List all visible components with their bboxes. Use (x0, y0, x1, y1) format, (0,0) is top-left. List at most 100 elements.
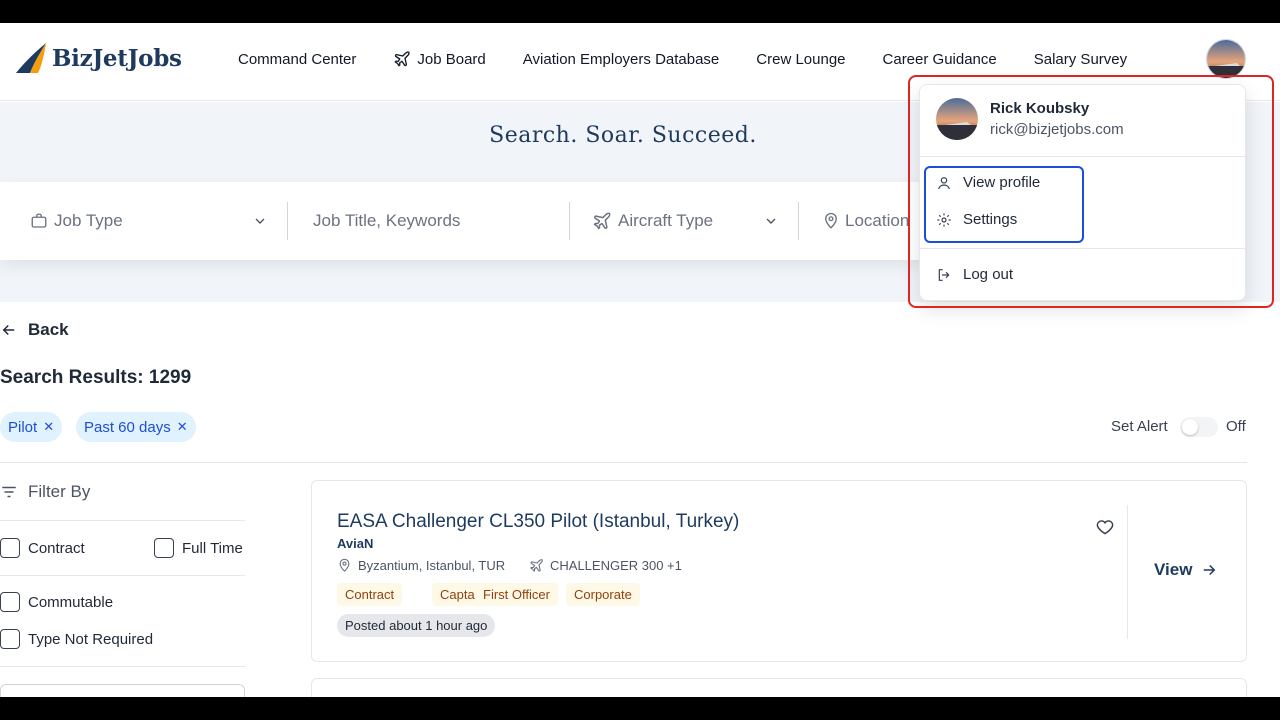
user-name: Rick Koubsky (990, 100, 1090, 117)
search-divider (569, 202, 570, 240)
results-count: Search Results: 1299 (0, 367, 192, 388)
close-icon[interactable]: ✕ (177, 419, 188, 435)
search-divider (287, 202, 288, 240)
keywords-input[interactable]: Job Title, Keywords (313, 182, 460, 260)
job-tag: Contract (337, 583, 403, 606)
checkbox-box[interactable] (0, 629, 20, 649)
divider (0, 666, 245, 667)
divider (920, 156, 1247, 157)
filter-select[interactable] (0, 684, 245, 697)
set-alert-label: Set Alert (1111, 418, 1168, 435)
menu-item-view-profile[interactable]: View profile (936, 174, 1040, 191)
menu-item-label: Log out (963, 266, 1014, 283)
menu-item-label: Settings (963, 211, 1018, 228)
avatar-photo (1207, 40, 1245, 78)
checkbox-box[interactable] (0, 538, 20, 558)
nav-label: Aviation Employers Database (522, 50, 720, 68)
job-card (311, 678, 1247, 697)
job-location: Byzantium, Istanbul, TUR (337, 558, 505, 573)
menu-item-settings[interactable]: Settings (936, 211, 1017, 228)
keywords-placeholder: Job Title, Keywords (313, 211, 461, 230)
nav-salary-survey[interactable]: Salary Survey (1034, 51, 1127, 68)
checkbox-contract[interactable]: Contract (0, 538, 85, 558)
chip-label: Pilot (8, 418, 38, 436)
map-pin-icon (337, 558, 352, 573)
back-label: Back (28, 320, 69, 339)
nav-crew-lounge[interactable]: Crew Lounge (756, 51, 845, 68)
nav-label: Job Board (417, 50, 486, 68)
search-divider (798, 202, 799, 240)
logo-swoosh-icon (16, 43, 46, 73)
toggle-knob (1182, 419, 1198, 435)
location-input[interactable]: Location (822, 182, 909, 260)
checkbox-label: Type Not Required (28, 630, 154, 648)
heart-icon[interactable] (1095, 517, 1115, 542)
divider (920, 248, 1247, 249)
user-email: rick@bizjetjobs.com (990, 121, 1124, 138)
main-nav: Command Center Job Board Aviation Employ… (238, 50, 1164, 68)
job-title-link[interactable]: EASA Challenger CL350 Pilot (Istanbul, T… (337, 511, 739, 533)
checkbox-label: Commutable (28, 593, 114, 611)
job-type-label: Job Type (54, 211, 123, 230)
job-tag: First Officer (475, 583, 558, 606)
user-avatar-button[interactable] (1206, 39, 1246, 79)
location-placeholder: Location (845, 211, 910, 230)
job-card: EASA Challenger CL350 Pilot (Istanbul, T… (311, 480, 1247, 662)
brand-name: BizJetJobs (52, 44, 182, 72)
menu-item-log-out[interactable]: Log out (936, 266, 1013, 283)
nav-career-guidance[interactable]: Career Guidance (883, 51, 997, 68)
checkbox-full-time[interactable]: Full Time (154, 538, 243, 558)
nav-label: Career Guidance (882, 50, 997, 68)
chevron-down-icon[interactable] (252, 213, 268, 234)
set-alert-toggle[interactable] (1180, 417, 1218, 437)
checkbox-type-not-required[interactable]: Type Not Required (0, 629, 153, 649)
chip-label: Past 60 days (84, 418, 171, 436)
briefcase-icon (30, 212, 48, 230)
filter-chip-past-60-days[interactable]: Past 60 days ✕ (76, 412, 196, 442)
job-aircraft: CHALLENGER 300 +1 (529, 558, 682, 573)
plane-icon (592, 211, 612, 231)
back-button[interactable]: Back (0, 320, 69, 340)
aircraft-type-label: Aircraft Type (618, 211, 714, 230)
nav-label: Crew Lounge (756, 50, 846, 68)
letterbox-top (0, 0, 1280, 23)
menu-item-label: View profile (963, 174, 1041, 191)
checkbox-box[interactable] (0, 592, 20, 612)
company-name[interactable]: AviaN (337, 536, 373, 551)
close-icon[interactable]: ✕ (43, 419, 54, 435)
divider (0, 520, 245, 521)
alert-state: Off (1226, 418, 1246, 435)
aircraft-text: CHALLENGER 300 +1 (550, 558, 682, 573)
page: BizJetJobs Command Center Job Board Avia… (0, 23, 1280, 697)
filter-lines-icon (0, 483, 18, 501)
divider (0, 462, 1247, 463)
checkbox-label: Full Time (182, 539, 243, 557)
search-bar: Job Type Job Title, Keywords Aircraft Ty… (0, 182, 1000, 260)
job-type-select[interactable]: Job Type (30, 182, 123, 260)
user-icon (936, 175, 954, 191)
gear-icon (936, 212, 954, 228)
filter-heading-label: Filter By (28, 482, 91, 501)
nav-label: Salary Survey (1033, 50, 1128, 68)
checkbox-commutable[interactable]: Commutable (0, 592, 113, 612)
checkbox-box[interactable] (154, 538, 174, 558)
arrow-right-icon (1200, 561, 1218, 579)
nav-label: Command Center (238, 50, 357, 68)
plane-icon (529, 558, 544, 573)
user-menu-dropdown: Rick Koubsky rick@bizjetjobs.com View pr… (919, 84, 1247, 301)
chevron-down-icon[interactable] (763, 213, 779, 234)
job-tag: Corporate (566, 583, 640, 606)
location-text: Byzantium, Istanbul, TUR (358, 558, 506, 573)
letterbox-bottom (0, 697, 1280, 720)
filter-chip-pilot[interactable]: Pilot ✕ (0, 412, 63, 442)
divider (0, 575, 245, 576)
brand-logo[interactable]: BizJetJobs (14, 41, 182, 75)
avatar (936, 98, 978, 140)
aircraft-type-select[interactable]: Aircraft Type (592, 182, 713, 260)
view-label: View (1154, 560, 1193, 579)
nav-job-board[interactable]: Job Board (393, 50, 486, 68)
view-job-button[interactable]: View (1154, 560, 1218, 580)
nav-employers-database[interactable]: Aviation Employers Database (523, 51, 720, 68)
nav-command-center[interactable]: Command Center (238, 51, 356, 68)
filter-heading: Filter By (0, 482, 90, 502)
